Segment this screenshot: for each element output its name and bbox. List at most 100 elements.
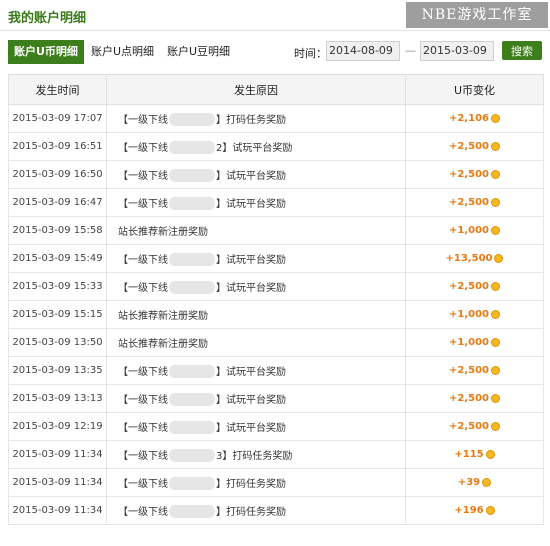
amount-value: +13,500 xyxy=(445,253,493,264)
search-button[interactable]: 搜索 xyxy=(502,41,542,60)
page-title: 我的账户明细 xyxy=(8,11,87,26)
row-amount: +2,106 xyxy=(405,104,544,133)
row-reason: 【一级下线 】打码任务奖励 xyxy=(106,496,406,525)
reason-suffix: 】试玩平台奖励 xyxy=(216,170,286,182)
coin-icon xyxy=(491,197,500,207)
row-amount: +39 xyxy=(405,468,544,497)
redacted-username xyxy=(169,281,215,295)
amount-value: +39 xyxy=(457,477,481,488)
tab-u-bean-detail[interactable]: 账户U豆明细 xyxy=(167,40,230,64)
tab-u-coin-detail[interactable]: 账户U币明细 xyxy=(8,40,84,64)
tab-u-point-detail[interactable]: 账户U点明细 xyxy=(91,40,154,64)
table-row: 2015-03-09 11:34 【一级下线 】打码任务奖励 +196 xyxy=(8,496,544,525)
redacted-username xyxy=(169,393,215,407)
amount-value: +2,106 xyxy=(448,113,489,124)
row-time: 2015-03-09 15:58 xyxy=(8,216,107,245)
reason-prefix: 站长推荐新注册奖励 xyxy=(118,339,208,350)
row-amount: +2,500 xyxy=(405,160,544,189)
coin-icon xyxy=(491,365,500,375)
table-row: 2015-03-09 15:15 站长推荐新注册奖励 +1,000 xyxy=(8,300,544,329)
row-amount: +13,500 xyxy=(405,244,544,273)
row-reason: 【一级下线 】试玩平台奖励 xyxy=(106,356,406,385)
row-time: 2015-03-09 11:34 xyxy=(8,468,107,497)
row-amount: +196 xyxy=(405,496,544,525)
table-row: 2015-03-09 17:07 【一级下线 】打码任务奖励 +2,106 xyxy=(8,104,544,133)
amount-value: +1,000 xyxy=(448,309,489,320)
row-time: 2015-03-09 17:07 xyxy=(8,104,107,133)
row-amount: +2,500 xyxy=(405,132,544,161)
redacted-username xyxy=(169,365,215,379)
coin-icon xyxy=(485,505,495,515)
redacted-username xyxy=(169,141,215,155)
reason-suffix: 】试玩平台奖励 xyxy=(216,422,286,434)
table-row: 2015-03-09 16:51 【一级下线 2】试玩平台奖励 +2,500 xyxy=(8,132,544,161)
amount-value: +2,500 xyxy=(448,393,489,404)
row-reason: 【一级下线 】试玩平台奖励 xyxy=(106,384,406,413)
coin-icon xyxy=(491,337,500,347)
amount-value: +115 xyxy=(454,449,484,460)
row-time: 2015-03-09 12:19 xyxy=(8,412,107,441)
table-row: 2015-03-09 13:13 【一级下线 】试玩平台奖励 +2,500 xyxy=(8,384,544,413)
table-row: 2015-03-09 13:50 站长推荐新注册奖励 +1,000 xyxy=(8,328,544,357)
redacted-username xyxy=(169,477,215,491)
row-time: 2015-03-09 16:51 xyxy=(8,132,107,161)
amount-value: +2,500 xyxy=(448,141,489,152)
row-amount: +1,000 xyxy=(405,216,544,245)
reason-prefix: 站长推荐新注册奖励 xyxy=(118,311,208,322)
watermark: NBE游戏工作室 xyxy=(406,2,548,28)
row-reason: 站长推荐新注册奖励 xyxy=(106,328,406,357)
row-reason: 【一级下线 】试玩平台奖励 xyxy=(106,412,406,441)
reason-prefix: 【一级下线 xyxy=(118,506,168,518)
table-row: 2015-03-09 15:49 【一级下线 】试玩平台奖励 +13,500 xyxy=(8,244,544,273)
amount-value: +2,500 xyxy=(448,421,489,432)
column-header-time: 发生时间 xyxy=(8,74,107,105)
reason-suffix: 3】打码任务奖励 xyxy=(216,450,293,462)
start-date-input[interactable] xyxy=(326,41,400,61)
table-row: 2015-03-09 11:34 【一级下线 】打码任务奖励 +39 xyxy=(8,468,544,497)
reason-prefix: 【一级下线 xyxy=(118,254,168,266)
amount-value: +1,000 xyxy=(448,225,489,236)
reason-prefix: 【一级下线 xyxy=(118,478,168,490)
reason-prefix: 【一级下线 xyxy=(118,282,168,294)
row-reason: 【一级下线 】打码任务奖励 xyxy=(106,468,406,497)
row-amount: +2,500 xyxy=(405,272,544,301)
row-time: 2015-03-09 16:50 xyxy=(8,160,107,189)
redacted-username xyxy=(169,169,215,183)
redacted-username xyxy=(169,421,215,435)
date-separator: — xyxy=(405,44,416,57)
row-amount: +1,000 xyxy=(405,328,544,357)
coin-icon xyxy=(491,141,500,151)
reason-prefix: 【一级下线 xyxy=(118,114,168,126)
coin-icon xyxy=(482,477,492,487)
redacted-username xyxy=(169,197,215,211)
row-reason: 站长推荐新注册奖励 xyxy=(106,216,406,245)
time-label: 时间： xyxy=(294,47,327,60)
reason-suffix: 】打码任务奖励 xyxy=(216,506,286,518)
table-row: 2015-03-09 15:58 站长推荐新注册奖励 +1,000 xyxy=(8,216,544,245)
coin-icon xyxy=(491,113,500,123)
reason-suffix: 】试玩平台奖励 xyxy=(216,254,286,266)
reason-suffix: 】打码任务奖励 xyxy=(216,114,286,126)
row-amount: +2,500 xyxy=(405,384,544,413)
redacted-username xyxy=(169,253,215,267)
row-reason: 【一级下线 】试玩平台奖励 xyxy=(106,272,406,301)
row-reason: 站长推荐新注册奖励 xyxy=(106,300,406,329)
row-reason: 【一级下线 2】试玩平台奖励 xyxy=(106,132,406,161)
row-reason: 【一级下线 】试玩平台奖励 xyxy=(106,188,406,217)
table-row: 2015-03-09 13:35 【一级下线 】试玩平台奖励 +2,500 xyxy=(8,356,544,385)
reason-suffix: 】试玩平台奖励 xyxy=(216,282,286,294)
table-header-row: 发生时间 发生原因 U币变化 xyxy=(8,74,544,105)
row-reason: 【一级下线 】试玩平台奖励 xyxy=(106,244,406,273)
amount-value: +2,500 xyxy=(448,365,489,376)
end-date-input[interactable] xyxy=(420,41,494,61)
redacted-username xyxy=(169,449,215,463)
u-coin-table: 发生时间 发生原因 U币变化 2015-03-09 17:07 【一级下线 】打码任… xyxy=(8,74,544,525)
coin-icon xyxy=(491,281,500,291)
row-time: 2015-03-09 15:15 xyxy=(8,300,107,329)
amount-value: +2,500 xyxy=(448,281,489,292)
reason-prefix: 【一级下线 xyxy=(118,450,168,462)
row-amount: +2,500 xyxy=(405,188,544,217)
row-time: 2015-03-09 11:34 xyxy=(8,496,107,525)
reason-prefix: 【一级下线 xyxy=(118,142,168,154)
row-amount: +2,500 xyxy=(405,412,544,441)
